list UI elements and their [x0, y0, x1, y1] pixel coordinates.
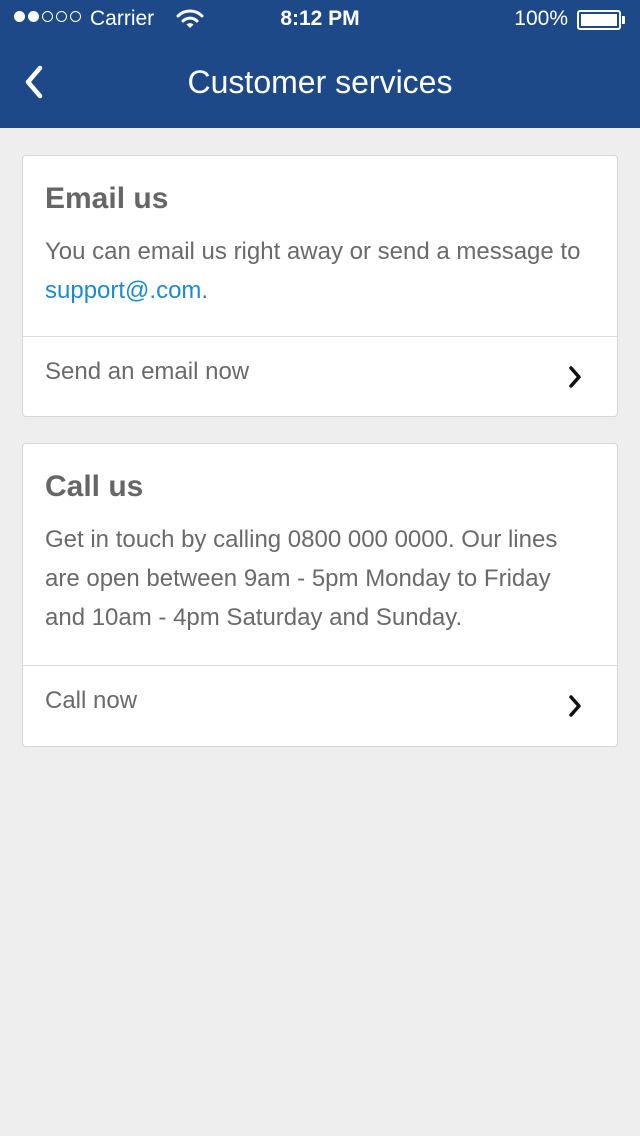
navigation-header: Carrier 8:12 PM 100% Customer services	[0, 0, 640, 128]
call-card-description: Get in touch by calling 0800 000 0000. O…	[45, 526, 558, 631]
back-button[interactable]	[18, 62, 54, 102]
call-card-title: Call us	[45, 470, 144, 503]
chevron-right-icon	[569, 695, 581, 717]
email-text-after: .	[201, 277, 209, 304]
chevron-right-icon	[569, 366, 581, 388]
call-now-label: Call now	[45, 687, 138, 714]
send-email-button[interactable]: Send an email now	[23, 337, 617, 416]
support-email-link[interactable]: support@.com	[45, 277, 201, 304]
call-us-card: Call us Get in touch by calling 0800 000…	[22, 443, 618, 747]
email-us-card: Email us You can email us right away or …	[22, 155, 618, 417]
battery-icon	[577, 10, 621, 30]
email-text-before: You can email us right away or send a me…	[45, 238, 581, 265]
send-email-label: Send an email now	[45, 358, 250, 385]
call-now-button[interactable]: Call now	[23, 666, 617, 746]
email-card-description: You can email us right away or send a me…	[45, 232, 595, 310]
battery-tip	[622, 16, 625, 24]
battery-percentage: 100%	[514, 7, 568, 30]
page-title: Customer services	[187, 64, 453, 100]
chevron-left-icon	[25, 65, 43, 99]
email-card-title: Email us	[45, 182, 169, 215]
status-bar: Carrier 8:12 PM 100%	[0, 0, 640, 40]
